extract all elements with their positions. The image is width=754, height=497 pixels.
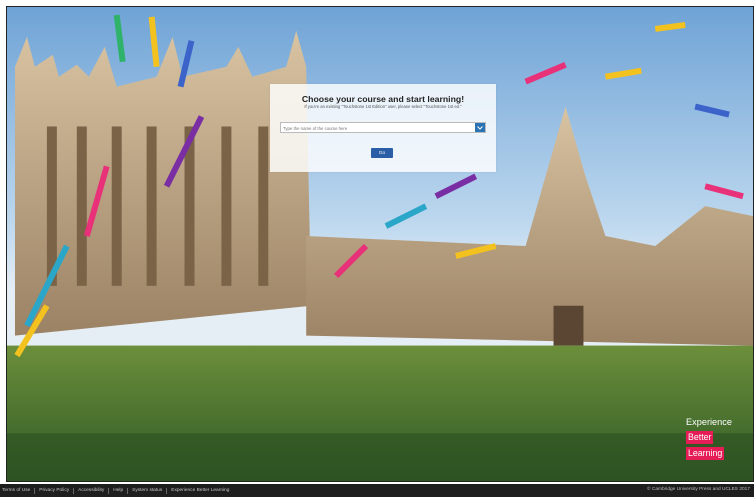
course-search-panel: Choose your course and start learning! I… [270,84,496,172]
brand-line2: Better [686,431,714,444]
copyright-text: © Cambridge University Press and UCLES 2… [647,487,750,492]
footer-link-privacy[interactable]: Privacy Policy [39,488,69,493]
hero-section [6,6,754,482]
chevron-down-icon [477,125,483,130]
background-image [7,7,753,481]
go-button[interactable]: Go [371,148,393,158]
footer-divider [127,487,129,494]
footer-divider [108,487,110,494]
footer-link-accessibility[interactable]: Accessibility [78,488,104,493]
footer-link-experience[interactable]: Experience Better Learning [171,488,229,493]
brand-line1: Experience [686,417,732,427]
footer-divider [166,487,168,494]
page-title: Choose your course and start learning! [301,94,465,104]
course-combobox[interactable] [280,122,486,133]
footer-divider [34,487,36,494]
footer-links: Terms of Use Privacy Policy Accessibilit… [2,487,229,494]
page: Choose your course and start learning! I… [0,0,754,497]
footer-link-help[interactable]: Help [113,488,123,493]
footer-link-terms[interactable]: Terms of Use [2,488,30,493]
course-search-input[interactable] [283,124,473,132]
brand-line3: Learning [686,447,725,460]
footer-link-status[interactable]: System status [132,488,162,493]
footer-bar: Terms of Use Privacy Policy Accessibilit… [0,484,754,497]
subtitle-text: If you're an existing "Touchstone 1st Ed… [304,104,462,109]
dropdown-toggle[interactable] [475,123,485,132]
footer-divider [73,487,75,494]
